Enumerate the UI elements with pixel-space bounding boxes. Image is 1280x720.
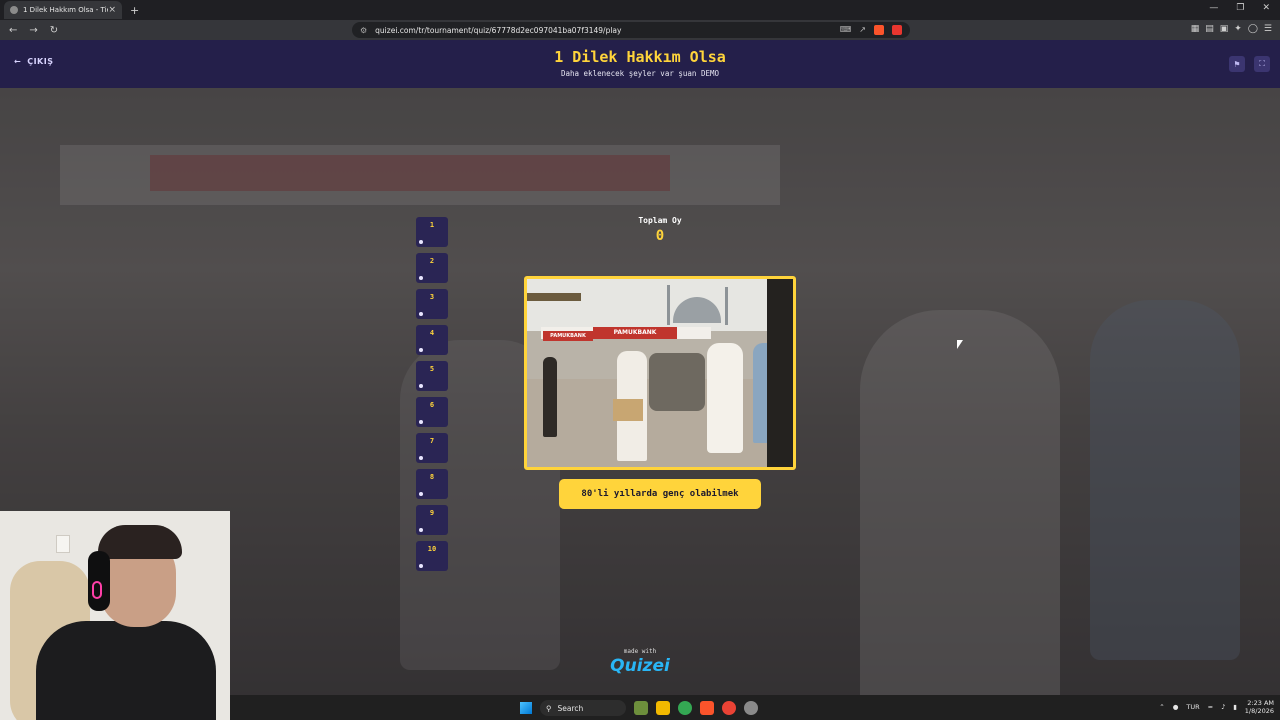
start-button[interactable] bbox=[520, 702, 532, 714]
round-item[interactable]: 2 bbox=[416, 253, 448, 283]
round-dot bbox=[419, 456, 423, 460]
round-dot bbox=[419, 564, 423, 568]
brave-rewards-icon[interactable] bbox=[892, 25, 902, 35]
round-dot bbox=[419, 492, 423, 496]
round-dot bbox=[419, 312, 423, 316]
round-dot bbox=[419, 348, 423, 352]
round-dot bbox=[419, 420, 423, 424]
wallet-icon[interactable]: ▣ bbox=[1220, 24, 1229, 34]
option-button[interactable]: 80'li yıllarda genç olabilmek bbox=[559, 479, 761, 509]
page-subtitle: Daha eklenecek şeyler var şuan DEMO bbox=[560, 69, 720, 78]
fullscreen-button[interactable]: ⛶ bbox=[1254, 56, 1270, 72]
round-dot bbox=[419, 276, 423, 280]
back-icon[interactable]: ← bbox=[9, 25, 17, 36]
url-field[interactable]: ⚙ quizei.com/tr/tournament/quiz/67778d2e… bbox=[352, 22, 910, 38]
widget-icon[interactable] bbox=[634, 701, 648, 715]
browser-tab[interactable]: 1 Dilek Hakkım Olsa - Tier List, Y × bbox=[4, 1, 122, 19]
vpn-icon[interactable]: ◯ bbox=[1248, 24, 1258, 34]
brave-shields-icon[interactable] bbox=[874, 25, 884, 35]
wifi-icon[interactable]: ≈ bbox=[1208, 703, 1213, 711]
site-info-icon[interactable]: ⚙ bbox=[360, 26, 367, 35]
leo-icon[interactable]: ✦ bbox=[1234, 24, 1242, 34]
round-dot bbox=[419, 240, 423, 244]
option-image[interactable]: PAMUKBANK PAMUKBANK bbox=[524, 276, 796, 470]
round-item[interactable]: 10 bbox=[416, 541, 448, 571]
round-dot bbox=[419, 528, 423, 532]
volume-icon[interactable]: ♪ bbox=[1221, 703, 1225, 711]
taskbar: ⚲ Search ⌃ ● TUR ≈ ♪ ▮ 2:23 AM 1/8/2026 bbox=[230, 695, 1280, 720]
menu-icon[interactable]: ☰ bbox=[1264, 24, 1272, 34]
chevron-up-icon[interactable]: ⌃ bbox=[1159, 703, 1164, 711]
share-icon[interactable]: ↗ bbox=[859, 25, 866, 35]
round-item[interactable]: 7 bbox=[416, 433, 448, 463]
search-icon: ⚲ bbox=[546, 703, 552, 713]
obs-icon[interactable] bbox=[744, 701, 758, 715]
battery-icon[interactable]: ▮ bbox=[1233, 703, 1237, 711]
browser-tabbar: 1 Dilek Hakkım Olsa - Tier List, Y × + —… bbox=[0, 0, 1280, 20]
minimize-icon[interactable]: — bbox=[1209, 3, 1218, 13]
round-item[interactable]: 4 bbox=[416, 325, 448, 355]
webcam-overlay bbox=[0, 511, 230, 720]
new-tab-button[interactable]: + bbox=[130, 4, 139, 17]
flag-button[interactable]: ⚑ bbox=[1229, 56, 1245, 72]
sidebar-icon[interactable]: ▤ bbox=[1205, 24, 1214, 34]
restore-icon[interactable]: ❐ bbox=[1236, 3, 1244, 13]
clock-date: 1/8/2026 bbox=[1244, 707, 1274, 715]
page-title: 1 Dilek Hakkım Olsa bbox=[554, 48, 726, 66]
clock[interactable]: 2:23 AM 1/8/2026 bbox=[1245, 699, 1274, 715]
chrome-icon[interactable] bbox=[678, 701, 692, 715]
translate-icon[interactable]: ⌨ bbox=[840, 25, 852, 35]
brave-icon[interactable] bbox=[700, 701, 714, 715]
quiz-header: ← ÇIKIŞ 1 Dilek Hakkım Olsa Daha eklenec… bbox=[0, 40, 1280, 88]
round-item[interactable]: 5 bbox=[416, 361, 448, 391]
url-text: quizei.com/tr/tournament/quiz/67778d2ec0… bbox=[375, 25, 622, 35]
file-explorer-icon[interactable] bbox=[656, 701, 670, 715]
fullscreen-icon: ⛶ bbox=[1259, 59, 1265, 68]
microphone-icon[interactable]: ● bbox=[1173, 703, 1179, 711]
tab-title: 1 Dilek Hakkım Olsa - Tier List, Y bbox=[23, 6, 108, 14]
photo-sign: PAMUKBANK bbox=[543, 331, 593, 341]
taskbar-search[interactable]: ⚲ Search bbox=[540, 700, 626, 716]
made-with-label: made with bbox=[623, 648, 657, 655]
round-item[interactable]: 1 bbox=[416, 217, 448, 247]
chrome-canary-icon[interactable] bbox=[722, 701, 736, 715]
address-bar: ← → ↻ ⚙ quizei.com/tr/tournament/quiz/67… bbox=[0, 20, 1280, 40]
quizei-logo[interactable]: Quizei bbox=[580, 656, 700, 676]
round-item[interactable]: 9 bbox=[416, 505, 448, 535]
forward-icon[interactable]: → bbox=[29, 25, 37, 36]
photo-sign: PAMUKBANK bbox=[593, 327, 677, 339]
language-indicator[interactable]: TUR bbox=[1186, 703, 1199, 711]
close-tab-icon[interactable]: × bbox=[108, 5, 116, 15]
round-item[interactable]: 3 bbox=[416, 289, 448, 319]
round-list: 1 2 3 4 5 6 7 8 9 10 bbox=[416, 217, 448, 577]
round-item[interactable]: 6 bbox=[416, 397, 448, 427]
total-votes-value: 0 bbox=[655, 228, 665, 244]
total-votes-label: Toplam Oy bbox=[638, 216, 682, 225]
reload-icon[interactable]: ↻ bbox=[50, 25, 58, 36]
round-dot bbox=[419, 384, 423, 388]
clock-time: 2:23 AM bbox=[1247, 699, 1274, 707]
extensions-icon[interactable]: ▦ bbox=[1191, 24, 1200, 34]
flag-icon: ⚑ bbox=[1233, 59, 1241, 69]
close-window-icon[interactable]: ✕ bbox=[1262, 3, 1270, 13]
site-favicon-icon bbox=[10, 6, 18, 14]
mouse-cursor-icon bbox=[957, 340, 963, 349]
search-placeholder: Search bbox=[557, 703, 584, 713]
round-item[interactable]: 8 bbox=[416, 469, 448, 499]
